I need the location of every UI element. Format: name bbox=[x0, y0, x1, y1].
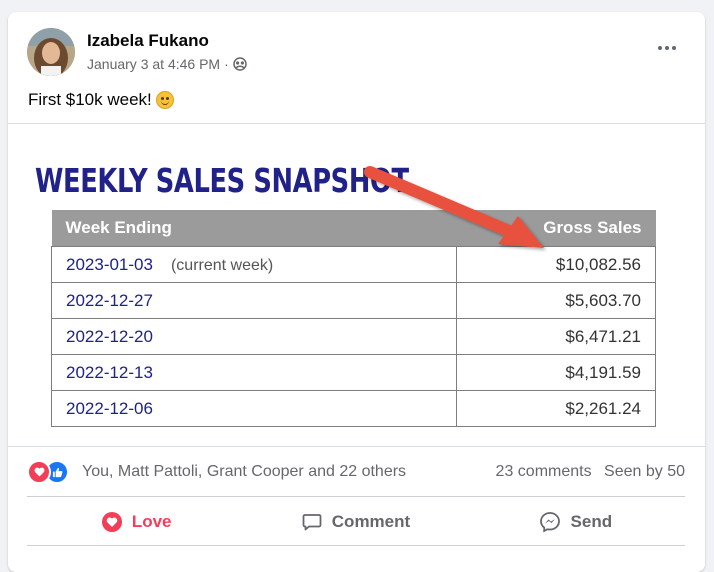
divider bbox=[27, 545, 685, 546]
send-label: Send bbox=[570, 512, 613, 531]
seen-by-count[interactable]: Seen by 50 bbox=[604, 463, 685, 480]
more-horizontal-icon[interactable] bbox=[649, 34, 685, 62]
post-header: Izabela Fukano January 3 at 4:46 PM · bbox=[8, 12, 705, 92]
sales-cell: $6,471.21 bbox=[456, 318, 656, 355]
avatar[interactable] bbox=[27, 28, 75, 76]
week-cell: 2022-12-27 bbox=[51, 282, 457, 319]
reaction-summary[interactable]: You, Matt Pattoli, Grant Cooper and 22 o… bbox=[82, 463, 406, 481]
love-icon bbox=[101, 512, 122, 532]
messenger-icon bbox=[539, 512, 560, 533]
sales-cell: $4,191.59 bbox=[456, 354, 656, 391]
post-caption: First $10k week! bbox=[28, 90, 174, 110]
friends-icon[interactable] bbox=[233, 57, 247, 71]
week-cell: 2022-12-20 bbox=[51, 318, 457, 355]
post-image[interactable]: WEEKLY SALES SNAPSHOT Week Ending Gross … bbox=[8, 123, 705, 447]
reaction-icons[interactable] bbox=[27, 460, 73, 484]
love-icon bbox=[27, 460, 51, 484]
divider bbox=[27, 496, 685, 497]
table-row: 2022-12-06 $2,261.24 bbox=[51, 390, 656, 427]
author-name[interactable]: Izabela Fukano bbox=[87, 31, 209, 51]
post-timestamp[interactable]: January 3 at 4:46 PM bbox=[87, 56, 220, 72]
love-label: Love bbox=[131, 512, 172, 531]
post-card: Izabela Fukano January 3 at 4:46 PM · Fi… bbox=[8, 12, 705, 572]
comment-icon bbox=[302, 514, 322, 531]
week-note: (current week) bbox=[170, 256, 274, 274]
smiling-face-emoji bbox=[155, 91, 174, 109]
week-cell: 2022-12-13 bbox=[51, 354, 457, 391]
meta-separator: · bbox=[224, 56, 229, 72]
engagement-counts: 23 comments Seen by 50 bbox=[496, 463, 685, 481]
comment-label: Comment bbox=[331, 512, 411, 531]
post-stats: You, Matt Pattoli, Grant Cooper and 22 o… bbox=[27, 458, 685, 486]
table-row: 2022-12-13 $4,191.59 bbox=[51, 354, 656, 391]
action-bar: Love Comment Send bbox=[27, 502, 685, 542]
week-cell: 2022-12-06 bbox=[51, 390, 457, 427]
table-row: 2022-12-27 $5,603.70 bbox=[51, 282, 656, 319]
red-arrow-icon bbox=[364, 166, 544, 248]
sales-cell: $2,261.24 bbox=[456, 390, 656, 427]
send-button[interactable]: Send bbox=[466, 502, 685, 542]
post-meta: January 3 at 4:46 PM · bbox=[87, 56, 247, 72]
caption-text: First $10k week! bbox=[28, 90, 152, 109]
comments-count[interactable]: 23 comments bbox=[496, 463, 592, 480]
comment-button[interactable]: Comment bbox=[246, 502, 465, 542]
avatar-image bbox=[27, 28, 75, 76]
love-button[interactable]: Love bbox=[27, 502, 246, 542]
week-date: 2023-01-03 bbox=[66, 254, 153, 274]
sales-cell: $5,603.70 bbox=[456, 282, 656, 319]
table-row: 2022-12-20 $6,471.21 bbox=[51, 318, 656, 355]
